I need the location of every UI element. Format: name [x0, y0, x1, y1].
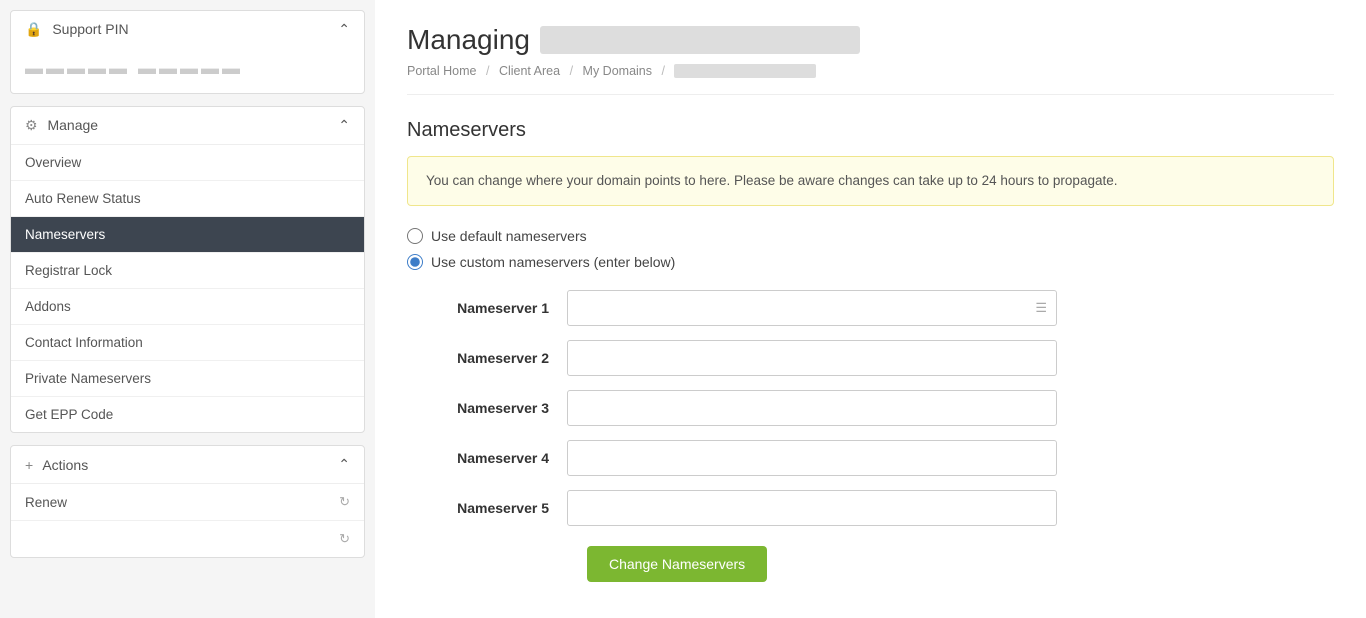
page-title-domain — [540, 26, 860, 54]
page-title-container: Managing — [407, 24, 1334, 56]
nameserver-row-1: Nameserver 1 ☰ — [427, 290, 1334, 326]
nameserver-4-label: Nameserver 4 — [427, 450, 567, 466]
breadcrumb-sep2: / — [570, 64, 573, 78]
nameserver-1-label: Nameserver 1 — [427, 300, 567, 316]
breadcrumb-current: ████████████████ — [674, 64, 816, 78]
renew-refresh-icon: ↻ — [339, 494, 350, 510]
manage-card: ⚙ Manage ⌃ Overview Auto Renew Status Na… — [10, 106, 365, 433]
section-title: Nameservers — [407, 119, 1334, 142]
nameserver-1-input-wrapper: ☰ — [567, 290, 1057, 326]
support-pin-header: 🔒 Support PIN ⌃ — [11, 11, 364, 48]
nameserver-3-label: Nameserver 3 — [427, 400, 567, 416]
breadcrumb-portal-home[interactable]: Portal Home — [407, 64, 476, 78]
nameserver-4-input-wrapper — [567, 440, 1057, 476]
nameserver-row-2: Nameserver 2 — [427, 340, 1334, 376]
nameserver-row-4: Nameserver 4 — [427, 440, 1334, 476]
sidebar-item-private-nameservers[interactable]: Private Nameservers — [11, 361, 364, 397]
change-nameservers-button[interactable]: Change Nameservers — [587, 546, 767, 582]
nameserver-3-input[interactable] — [567, 390, 1057, 426]
support-pin-value: ▬▬▬▬▬ ▬▬▬▬▬ — [11, 48, 364, 93]
nameserver-3-input-wrapper — [567, 390, 1057, 426]
actions-card: + Actions ⌃ Renew ↻ ↻ — [10, 445, 365, 558]
sidebar-item-registrar-lock[interactable]: Registrar Lock — [11, 253, 364, 289]
sidebar: 🔒 Support PIN ⌃ ▬▬▬▬▬ ▬▬▬▬▬ ⚙ Manage ⌃ O… — [0, 0, 375, 618]
sidebar-action-renew[interactable]: Renew ↻ — [11, 484, 364, 521]
nameserver-row-5: Nameserver 5 — [427, 490, 1334, 526]
actions-title: Actions — [42, 457, 88, 473]
sidebar-item-overview[interactable]: Overview — [11, 145, 364, 181]
nameserver-4-input[interactable] — [567, 440, 1057, 476]
nameserver-2-input-wrapper — [567, 340, 1057, 376]
sidebar-item-get-epp-code[interactable]: Get EPP Code — [11, 397, 364, 432]
support-pin-title: Support PIN — [52, 21, 128, 37]
renew-label: Renew — [25, 495, 67, 510]
actions-header: + Actions ⌃ — [11, 446, 364, 484]
nameserver-2-label: Nameserver 2 — [427, 350, 567, 366]
manage-chevron[interactable]: ⌃ — [338, 117, 350, 134]
sidebar-item-contact-info[interactable]: Contact Information — [11, 325, 364, 361]
breadcrumb-sep3: / — [662, 64, 665, 78]
sidebar-item-addons[interactable]: Addons — [11, 289, 364, 325]
nameserver-5-input[interactable] — [567, 490, 1057, 526]
radio-default-nameservers[interactable]: Use default nameservers — [407, 228, 1334, 244]
breadcrumb-client-area[interactable]: Client Area — [499, 64, 560, 78]
nameserver-5-input-wrapper — [567, 490, 1057, 526]
support-pin-card: 🔒 Support PIN ⌃ ▬▬▬▬▬ ▬▬▬▬▬ — [10, 10, 365, 94]
radio-custom-input[interactable] — [407, 254, 423, 270]
lock-icon: 🔒 — [25, 21, 42, 37]
gear-icon: ⚙ — [25, 117, 38, 133]
main-content: Managing Portal Home / Client Area / My … — [375, 0, 1366, 618]
manage-nav: Overview Auto Renew Status Nameservers R… — [11, 145, 364, 432]
sidebar-item-nameservers[interactable]: Nameservers — [11, 217, 364, 253]
support-pin-chevron[interactable]: ⌃ — [338, 21, 350, 38]
nameserver-5-label: Nameserver 5 — [427, 500, 567, 516]
sidebar-item-auto-renew[interactable]: Auto Renew Status — [11, 181, 364, 217]
actions-chevron[interactable]: ⌃ — [338, 456, 350, 473]
nameserver-2-input[interactable] — [567, 340, 1057, 376]
radio-group: Use default nameservers Use custom names… — [407, 228, 1334, 270]
actions-nav: Renew ↻ ↻ — [11, 484, 364, 557]
breadcrumb-sep1: / — [486, 64, 489, 78]
nameserver-form: Nameserver 1 ☰ Nameserver 2 Nameserver 3… — [427, 290, 1334, 582]
radio-default-label: Use default nameservers — [431, 228, 587, 244]
radio-default-input[interactable] — [407, 228, 423, 244]
breadcrumb-my-domains[interactable]: My Domains — [583, 64, 652, 78]
info-box: You can change where your domain points … — [407, 156, 1334, 206]
breadcrumb: Portal Home / Client Area / My Domains /… — [407, 64, 1334, 95]
manage-title: Manage — [47, 117, 98, 133]
nameserver-1-input[interactable] — [567, 290, 1057, 326]
radio-custom-nameservers[interactable]: Use custom nameservers (enter below) — [407, 254, 1334, 270]
action2-refresh-icon: ↻ — [339, 531, 350, 547]
radio-custom-label: Use custom nameservers (enter below) — [431, 254, 675, 270]
page-title-text: Managing — [407, 24, 530, 56]
sidebar-action-item2[interactable]: ↻ — [11, 521, 364, 557]
plus-icon: + — [25, 457, 33, 473]
manage-header: ⚙ Manage ⌃ — [11, 107, 364, 145]
nameserver-row-3: Nameserver 3 — [427, 390, 1334, 426]
